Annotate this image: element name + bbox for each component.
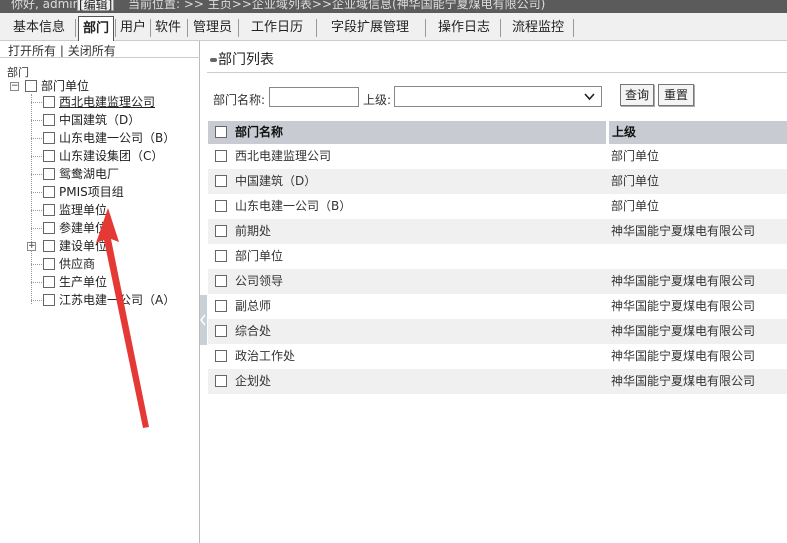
annotation-arrow-icon bbox=[96, 208, 149, 428]
